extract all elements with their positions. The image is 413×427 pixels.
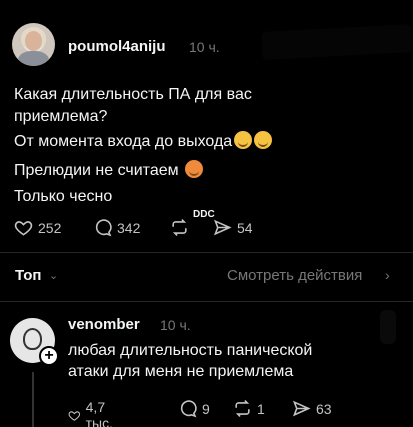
avatar-face	[25, 31, 42, 51]
repost-icon	[172, 219, 187, 236]
reply-post: + venomber 10 ч. любая длительность пани…	[0, 302, 413, 427]
repost-label: DDC	[193, 209, 215, 220]
reply-text: любая длительность панической атаки для …	[68, 340, 312, 382]
redacted-scribble	[380, 310, 396, 344]
reply-author-username[interactable]: venomber	[68, 316, 140, 333]
smiling-emoji	[254, 131, 273, 149]
thread-line	[32, 372, 34, 427]
post-text-line-5: Только чесно	[14, 188, 113, 205]
reply-text-line-1: любая длительность панической	[68, 342, 313, 359]
reply-time: 10 ч.	[160, 317, 191, 333]
smiling-hearts-emoji	[185, 160, 204, 178]
comment-icon	[95, 219, 112, 237]
comment-count: 342	[117, 219, 141, 236]
main-post: poumol4aniju 10 ч. Какая длительность ПА…	[0, 0, 413, 255]
like-button[interactable]: 252	[14, 218, 61, 237]
reply-comment-button[interactable]: 9	[178, 399, 210, 418]
redacted-scribble	[261, 24, 413, 60]
comment-icon	[180, 400, 197, 418]
sort-bar: Топ ⌄ Смотреть действия ›	[0, 262, 413, 290]
repost-button[interactable]	[170, 218, 194, 237]
author-username[interactable]: poumol4aniju	[68, 38, 166, 55]
repost-icon	[235, 400, 250, 417]
post-text-line-1: Какая длительность ПА для вас	[14, 86, 252, 103]
share-button[interactable]: 54	[213, 218, 253, 237]
heart-icon	[68, 410, 81, 421]
share-count: 54	[237, 219, 253, 236]
heart-icon	[14, 221, 33, 236]
reply-share-button[interactable]: 63	[292, 399, 332, 418]
author-avatar[interactable]	[12, 23, 55, 66]
post-text-line-4: Прелюдии не считаем	[14, 160, 204, 181]
post-text-line-2: приемлема?	[14, 108, 108, 125]
post-text-line-3-text: От момента входа до выхода	[14, 133, 233, 150]
reply-repost-button[interactable]: 1	[233, 399, 265, 418]
avatar-body	[18, 51, 49, 66]
send-icon	[292, 400, 311, 417]
post-time: 10 ч.	[189, 39, 220, 55]
chevron-right-icon[interactable]: ›	[385, 267, 390, 283]
reply-comment-count: 9	[202, 400, 210, 417]
reply-like-button[interactable]: 4,7 тыс.	[68, 399, 119, 427]
view-activity-link[interactable]: Смотреть действия	[227, 267, 362, 284]
post-text-line-3: От момента входа до выхода	[14, 131, 273, 152]
smirk-emoji	[234, 131, 253, 149]
post-text-line-4-text: Прелюдии не считаем	[14, 162, 179, 179]
send-icon	[213, 219, 232, 236]
follow-plus-icon[interactable]: +	[39, 346, 59, 366]
reply-repost-count: 1	[257, 400, 265, 417]
reply-share-count: 63	[316, 400, 332, 417]
reply-like-count: 4,7 тыс.	[85, 399, 114, 427]
reply-text-line-2: атаки для меня не приемлема	[68, 363, 294, 380]
sort-dropdown[interactable]: Топ	[15, 267, 41, 284]
avatar-sketch	[23, 328, 42, 350]
divider	[0, 252, 413, 253]
like-count: 252	[38, 219, 62, 236]
comment-button[interactable]: 342	[93, 218, 140, 237]
chevron-down-icon[interactable]: ⌄	[49, 269, 58, 282]
